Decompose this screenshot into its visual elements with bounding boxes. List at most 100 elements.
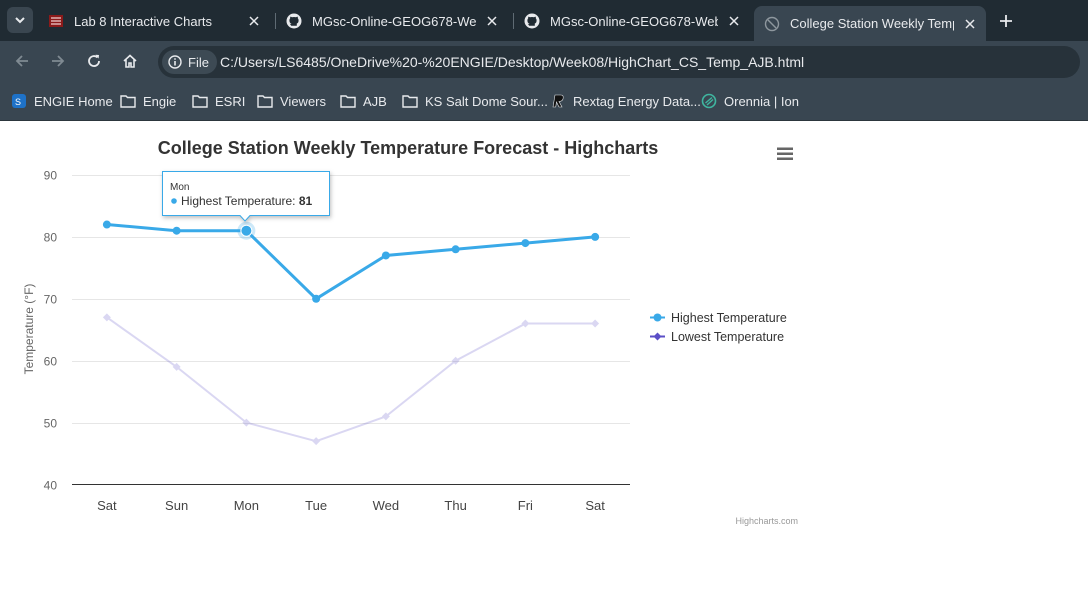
data-point-highest[interactable]	[312, 294, 321, 303]
info-icon	[168, 55, 182, 69]
bookmark-viewers-folder[interactable]: Viewers	[257, 91, 326, 111]
tab-highcharts-active[interactable]: College Station Weekly Temperature Forec…	[754, 6, 986, 41]
legend-item-highest[interactable]: Highest Temperature	[650, 311, 787, 325]
credits-link[interactable]: Highcharts.com	[735, 516, 798, 526]
data-point-highest[interactable]	[172, 226, 181, 235]
tab-github-1[interactable]: MGsc-Online-GEOG678-WebGIS	[276, 6, 508, 36]
globe-icon	[764, 16, 780, 32]
tab-github-2[interactable]: MGsc-Online-GEOG678-WebGIS	[514, 6, 750, 36]
y-tick-label: 40	[44, 479, 58, 493]
bookmark-label: Rextag Energy Data...	[573, 93, 701, 109]
tooltip-series-name: Highest Temperature	[181, 194, 292, 208]
y-axis-title: Temperature (°F)	[22, 284, 36, 375]
site-info-label: File	[188, 54, 209, 70]
reload-icon	[88, 54, 100, 67]
y-gridlines	[72, 175, 630, 424]
folder-icon	[257, 93, 273, 109]
new-tab-button[interactable]	[995, 10, 1017, 32]
x-tick-label: Wed	[373, 498, 400, 513]
tooltip-separator: :	[292, 194, 299, 208]
data-point-highest[interactable]	[521, 239, 530, 248]
legend-label-highest: Highest Temperature	[671, 311, 787, 325]
bookmark-esri-folder[interactable]: ESRI	[192, 91, 245, 111]
series-line-lowest	[106, 316, 596, 443]
site-info-chip[interactable]: File	[162, 50, 217, 74]
temperature-chart: College Station Weekly Temperature Forec…	[22, 138, 799, 526]
home-icon	[123, 54, 137, 68]
data-point-highest[interactable]	[451, 245, 460, 254]
tooltip-category: Mon	[170, 182, 189, 193]
data-point-highest[interactable]	[381, 251, 390, 260]
series-layer	[102, 220, 600, 446]
forward-button[interactable]	[46, 49, 70, 73]
folder-icon	[192, 93, 208, 109]
x-tick-label: Mon	[234, 498, 259, 513]
arrow-right-icon	[52, 55, 65, 67]
reload-button[interactable]	[82, 49, 106, 73]
folder-icon	[340, 93, 356, 109]
tab-title: College Station Weekly Temperature Forec…	[790, 16, 954, 31]
data-point-highest[interactable]	[102, 220, 111, 229]
x-tick-label: Sat	[97, 498, 117, 513]
y-tick-label: 50	[44, 417, 58, 431]
folder-icon	[402, 93, 418, 109]
tab-lab8[interactable]: Lab 8 Interactive Charts	[38, 6, 270, 36]
github-icon	[286, 13, 302, 29]
rextag-logo-icon	[550, 93, 566, 109]
x-tick-label: Thu	[444, 498, 466, 513]
data-point-lowest[interactable]	[521, 319, 530, 328]
bookmark-ajb-folder[interactable]: AJB	[340, 91, 387, 111]
legend-label-lowest: Lowest Temperature	[671, 330, 784, 344]
x-tick-label: Sat	[585, 498, 605, 513]
tooltip-value: 81	[299, 194, 313, 208]
y-tick-label: 70	[44, 293, 58, 307]
legend: Highest Temperature Lowest Temperature	[650, 311, 787, 344]
data-point-highest-hovered[interactable]	[240, 224, 253, 237]
legend-item-lowest[interactable]: Lowest Temperature	[650, 330, 784, 344]
bookmark-engie-folder[interactable]: Engie	[120, 91, 176, 111]
bookmark-label: Viewers	[280, 93, 327, 109]
context-menu-button[interactable]	[771, 142, 799, 166]
home-button[interactable]	[118, 49, 142, 73]
series-lowest	[102, 313, 600, 446]
series-highest	[102, 220, 600, 303]
bookmark-label: ENGIE Home	[34, 93, 113, 109]
legend-marker-diamond	[653, 332, 662, 341]
close-icon[interactable]	[962, 16, 978, 32]
back-button[interactable]	[10, 49, 34, 73]
address-bar[interactable]: File C:/Users/LS6485/OneDrive%20-%20ENGI…	[158, 46, 1080, 78]
x-axis-ticks: Sat Sun Mon Tue Wed Thu Fri Sat	[97, 498, 605, 513]
tooltip: Mon Highest Temperature: 81	[162, 171, 330, 222]
university-logo-icon	[48, 13, 64, 29]
url-text[interactable]: C:/Users/LS6485/OneDrive%20-%20ENGIE/Des…	[220, 54, 804, 70]
legend-marker-circle	[653, 313, 662, 322]
close-icon[interactable]	[726, 13, 742, 29]
close-icon[interactable]	[246, 13, 262, 29]
bookmark-orennia[interactable]: Orennia | Ion	[701, 91, 799, 111]
hamburger-menu-icon	[777, 147, 793, 160]
bookmark-ks-salt-dome-folder[interactable]: KS Salt Dome Sour...	[402, 91, 548, 111]
folder-icon	[120, 93, 136, 109]
y-tick-label: 90	[44, 169, 58, 183]
x-tick-label: Tue	[305, 498, 327, 513]
data-point-lowest[interactable]	[312, 437, 321, 446]
arrow-left-icon	[15, 55, 28, 67]
data-point-lowest[interactable]	[591, 319, 600, 328]
bookmark-rextag[interactable]: Rextag Energy Data...	[550, 91, 701, 111]
bookmark-engie-home[interactable]: S ENGIE Home	[11, 91, 113, 111]
data-point-highest[interactable]	[591, 232, 600, 241]
x-tick-label: Sun	[165, 498, 188, 513]
series-line-highest	[106, 223, 596, 301]
close-icon[interactable]	[484, 13, 500, 29]
browser-toolbar: File C:/Users/LS6485/OneDrive%20-%20ENGI…	[0, 41, 1088, 81]
orennia-logo-icon	[701, 93, 717, 109]
y-axis-ticks: 40 50 60 70 80 90	[44, 169, 58, 493]
bookmarks-bar: S ENGIE Home Engie ESRI Viewers AJB KS S…	[0, 81, 1088, 121]
tab-search-button[interactable]	[7, 7, 33, 33]
chart-title: College Station Weekly Temperature Forec…	[158, 138, 658, 158]
tooltip-series-dot	[171, 198, 177, 204]
tab-strip: Lab 8 Interactive Charts MGsc-Online-GEO…	[0, 0, 1088, 41]
bookmark-label: AJB	[363, 93, 387, 109]
bookmark-label: Engie	[143, 93, 177, 109]
tooltip-line: Highest Temperature: 81	[181, 194, 313, 208]
